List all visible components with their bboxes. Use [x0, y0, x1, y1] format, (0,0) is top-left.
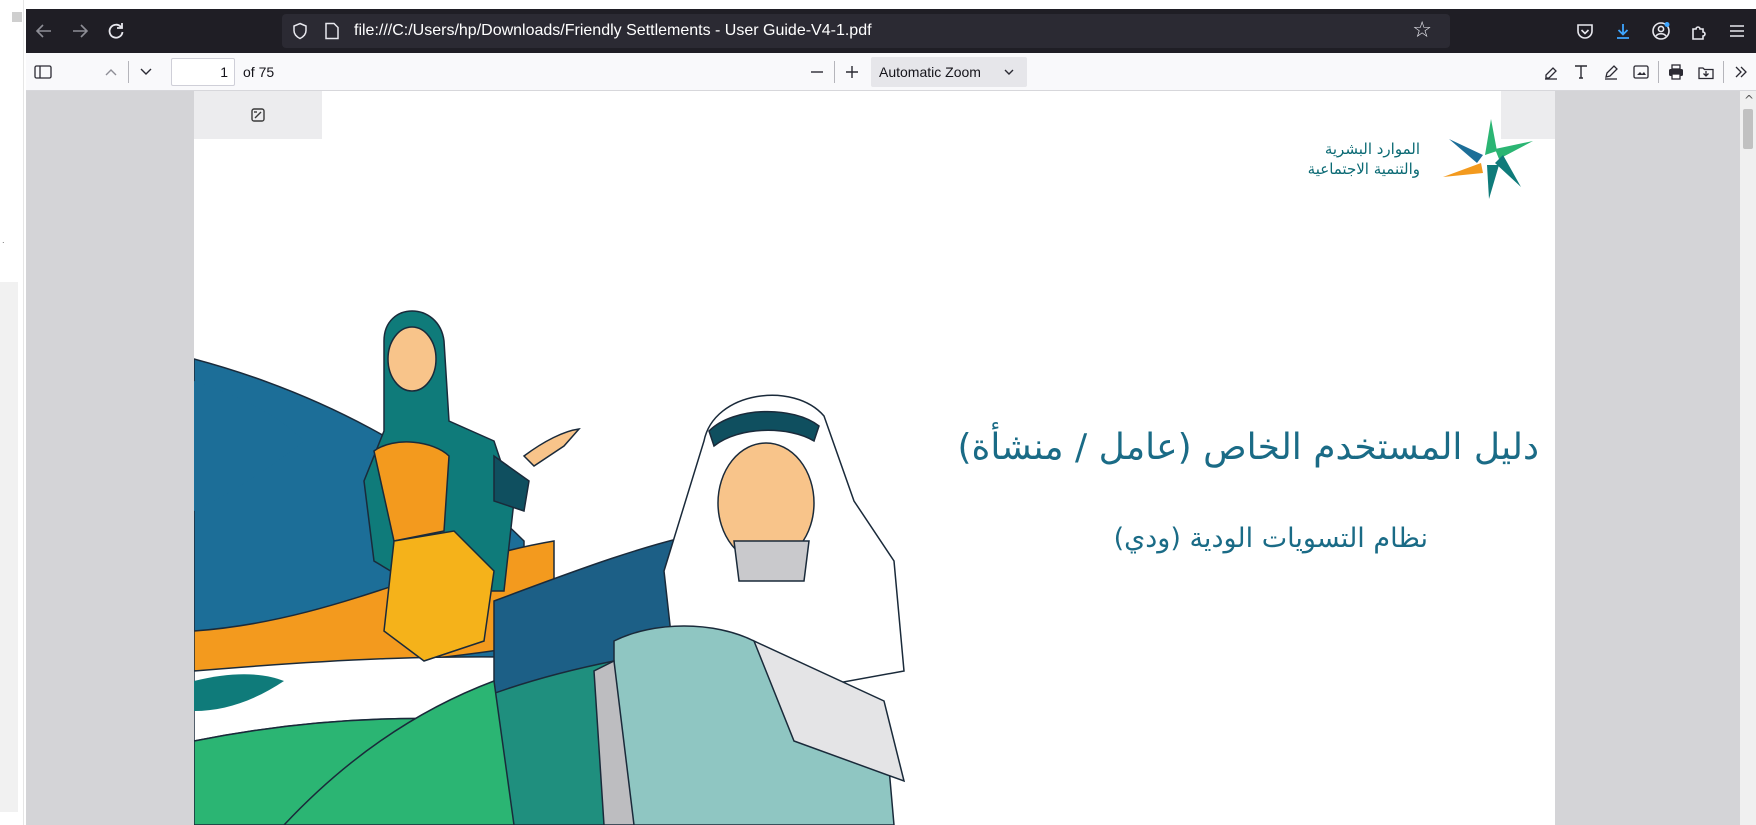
pen-icon: [1605, 65, 1618, 80]
logo-line-2: والتنمية الاجتماعية: [1307, 160, 1420, 178]
image-icon: [1633, 65, 1649, 79]
zoom-controls: Automatic Zoom: [802, 57, 1027, 87]
more-tools-button[interactable]: [1726, 57, 1756, 87]
highlight-button[interactable]: [1536, 57, 1566, 87]
draw-button[interactable]: [1596, 57, 1626, 87]
downloads-button[interactable]: [1604, 13, 1642, 49]
chevron-down-icon: [140, 68, 152, 75]
url-text[interactable]: file:///C:/Users/hp/Downloads/Friendly S…: [354, 22, 872, 40]
annotation-edit-box[interactable]: [194, 91, 322, 139]
pdf-viewer[interactable]: الموارد البشرية والتنمية الاجتماعية دليل…: [26, 91, 1756, 825]
text-icon: [1575, 65, 1587, 79]
scroll-up-arrow-icon[interactable]: ^: [1744, 93, 1754, 107]
plus-icon: [846, 66, 858, 78]
minus-icon: [811, 71, 823, 73]
reload-button[interactable]: [98, 13, 134, 49]
cover-illustration: [194, 310, 906, 825]
window-corner-mark: [12, 12, 22, 22]
toolbar-separator: [1658, 61, 1659, 83]
previous-page-button[interactable]: [96, 57, 126, 87]
document-subtitle: نظام التسويات الودية (ودي): [1113, 523, 1428, 554]
page-icon: [318, 17, 346, 45]
scroll-thumb[interactable]: [1743, 109, 1753, 149]
text-button[interactable]: [1566, 57, 1596, 87]
toolbar-separator: [128, 60, 129, 83]
download-icon: [1617, 24, 1629, 39]
forward-button[interactable]: [62, 13, 98, 49]
menu-button[interactable]: [1718, 13, 1756, 49]
save-button[interactable]: [1691, 57, 1721, 87]
document-title: دليل المستخدم الخاص (عامل / منشأة): [957, 427, 1539, 468]
reload-icon: [108, 23, 124, 39]
zoom-value: Automatic Zoom: [879, 64, 981, 80]
sidebar-toggle-button[interactable]: [28, 57, 58, 87]
arrow-right-icon: [73, 24, 89, 38]
zoom-select[interactable]: Automatic Zoom: [871, 57, 1027, 87]
save-icon: [1698, 67, 1714, 80]
sidebar-icon: [34, 64, 52, 79]
account-button[interactable]: [1642, 13, 1680, 49]
puzzle-icon: [1692, 26, 1706, 40]
highlighter-icon: [1545, 67, 1557, 80]
page-number-input[interactable]: 1: [171, 57, 235, 86]
edit-image-icon: [251, 108, 265, 122]
double-chevron-right-icon: [1735, 66, 1747, 78]
address-bar[interactable]: file:///C:/Users/hp/Downloads/Friendly S…: [282, 14, 1450, 48]
browser-navbar: file:///C:/Users/hp/Downloads/Friendly S…: [26, 9, 1756, 53]
arrow-left-icon: [35, 24, 51, 38]
account-icon: [1652, 22, 1670, 40]
bookmark-star-icon[interactable]: ☆: [1412, 18, 1432, 43]
vertical-scrollbar[interactable]: ^: [1740, 91, 1756, 825]
chevron-up-icon: [105, 68, 117, 75]
hamburger-icon: [1730, 25, 1744, 37]
logo-line-1: الموارد البشرية: [1324, 140, 1420, 158]
pocket-button[interactable]: [1566, 13, 1604, 49]
zoom-in-button[interactable]: [837, 57, 867, 87]
toolbar-separator: [834, 61, 835, 83]
printer-icon: [1669, 64, 1683, 80]
toolbar-separator: [1723, 61, 1724, 83]
print-button[interactable]: [1661, 57, 1691, 87]
back-button[interactable]: [26, 13, 62, 49]
toolbar-right: [1566, 9, 1756, 53]
ministry-logo-text: الموارد البشرية والتنمية الاجتماعية: [1308, 139, 1420, 179]
shield-icon[interactable]: [286, 17, 314, 45]
annotation-tools: [1536, 57, 1756, 87]
background-panel: [0, 282, 18, 812]
ministry-logo-icon: [1443, 119, 1533, 199]
pocket-icon: [1577, 24, 1593, 39]
pdf-page: الموارد البشرية والتنمية الاجتماعية دليل…: [194, 91, 1555, 825]
image-button[interactable]: [1626, 57, 1656, 87]
chevron-down-icon: [1004, 69, 1014, 75]
window-dot: .: [2, 236, 5, 245]
extensions-button[interactable]: [1680, 13, 1718, 49]
zoom-out-button[interactable]: [802, 57, 832, 87]
background-window-edge: .: [0, 0, 24, 825]
pdf-toolbar: 1 of 75 Automatic Zoom: [26, 53, 1756, 91]
page-count-label: of 75: [243, 63, 275, 80]
next-page-button[interactable]: [131, 57, 161, 87]
